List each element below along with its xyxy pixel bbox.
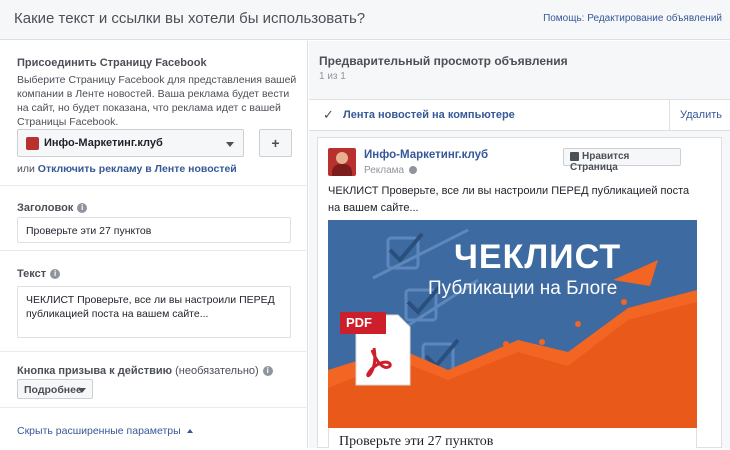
headline-label-row: Заголовок i [17,202,88,214]
preview-page-name[interactable]: Инфо-Маркетинг.клуб [364,149,488,161]
info-icon[interactable]: i [262,366,273,377]
page-select-value: Инфо-Маркетинг.клуб [44,137,163,149]
preview-counter: 1 из 1 [319,71,346,82]
divider [669,100,670,130]
editor-panel: Присоединить Страницу Facebook Выберите … [0,41,308,448]
like-page-button[interactable]: Нравится Страница [563,148,681,173]
text-label-row: Текст i [17,268,61,280]
post-text: ЧЕКЛИСТ Проверьте, все ли вы настроили П… [328,185,690,214]
advanced-settings-link[interactable]: Скрыть расширенные параметры [17,425,193,437]
sponsored-row: Реклама [364,165,417,176]
cta-optional: (необязательно) [175,365,259,377]
page-select[interactable]: Инфо-Маркетинг.клуб [17,129,244,157]
info-icon[interactable]: i [77,203,88,214]
chevron-down-icon [78,388,86,393]
page-title: Какие текст и ссылки вы хотели бы исполь… [14,10,366,27]
check-icon: ✓ [323,107,334,122]
headline-label: Заголовок [17,202,74,214]
disable-feed-row: или Отключить рекламу в Ленте новостей [17,163,237,175]
preview-panel: Предварительный просмотр объявления 1 из… [309,41,730,449]
chevron-down-icon [226,142,234,147]
page-section-label: Присоединить Страницу Facebook [17,57,207,69]
cta-select-value: Подробнее [24,384,82,396]
page-section-description: Выберите Страницу Facebook для представл… [17,74,297,128]
headline-section: Заголовок i Проверьте эти 27 пунктов [0,187,308,251]
globe-icon [408,166,417,175]
pdf-badge: PDF [346,315,372,330]
add-page-button[interactable]: + [259,129,292,157]
remove-placement-link[interactable]: Удалить [680,109,722,121]
page-avatar [26,137,39,150]
text-label: Текст [17,268,47,280]
header-bar: Какие текст и ссылки вы хотели бы исполь… [0,0,730,40]
placement-bar: ✓ Лента новостей на компьютере Удалить [309,99,730,131]
cta-select[interactable]: Подробнее [17,379,93,399]
cta-section: Кнопка призыва к действию (необязательно… [0,353,308,408]
preview-title: Предварительный просмотр объявления [319,54,568,68]
ad-image-title: ЧЕКЛИСТ [454,238,622,276]
cta-label: Кнопка призыва к действию [17,365,173,377]
info-icon[interactable]: i [50,269,61,280]
page-section: Присоединить Страницу Facebook Выберите … [0,41,308,186]
cta-label-row: Кнопка призыва к действию (необязательно… [17,365,273,377]
placement-label[interactable]: Лента новостей на компьютере [343,109,515,121]
chevron-up-icon [186,429,193,434]
sponsored-label: Реклама [364,165,405,176]
text-section: Текст i ЧЕКЛИСТ Проверьте, все ли вы наст… [0,252,308,352]
headline-input[interactable]: Проверьте эти 27 пунктов [17,217,291,243]
ad-preview-card: Инфо-Маркетинг.клуб Реклама Нравится Стр… [317,137,722,449]
page-avatar [328,148,356,176]
disable-feed-link[interactable]: Отключить рекламу в Ленте новостей [38,163,237,175]
ad-image[interactable]: ЧЕКЛИСТ Публикации на Блоге PDF [328,220,697,428]
help-link[interactable]: Помощь: Редактирование объявлений [543,13,722,24]
text-input[interactable]: ЧЕКЛИСТ Проверьте, все ли вы настроили П… [17,286,291,338]
advanced-settings-label: Скрыть расширенные параметры [17,425,181,437]
link-headline-box[interactable]: Проверьте эти 27 пунктов [328,428,697,449]
or-text: или [17,163,35,175]
thumbs-up-icon [570,151,579,161]
ad-image-subtitle: Публикации на Блоге [428,278,618,299]
